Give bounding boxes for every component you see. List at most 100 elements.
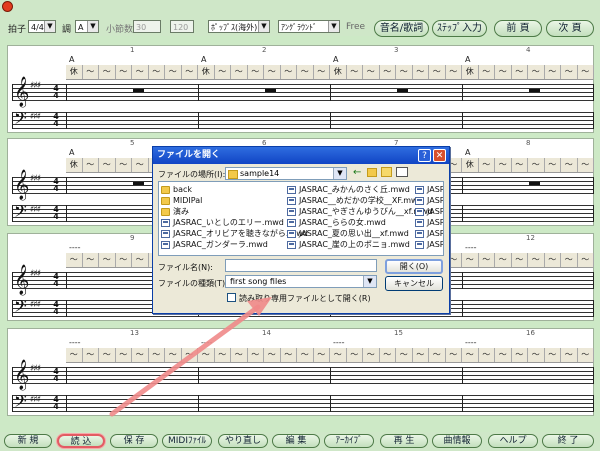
lyric-cell[interactable]: 休 xyxy=(66,158,83,172)
lyric-cell[interactable]: ～ xyxy=(264,348,281,362)
lyric-cell[interactable]: ～ xyxy=(132,348,149,362)
lyric-cell[interactable]: ～ xyxy=(512,348,528,362)
archive-button[interactable]: ｱｰｶｲﾌﾞ xyxy=(324,434,374,448)
lyric-cell[interactable]: ～ xyxy=(545,65,561,79)
file-item[interactable]: JASR xyxy=(415,240,443,250)
tempo-input[interactable]: 120 xyxy=(170,20,194,33)
lyric-cell[interactable]: ～ xyxy=(83,158,99,172)
measure-count-input[interactable]: 30 xyxy=(133,20,161,33)
lyric-cell[interactable]: ～ xyxy=(83,348,99,362)
lyric-cell[interactable]: ～ xyxy=(215,348,231,362)
lyric-cell[interactable]: ～ xyxy=(578,158,594,172)
file-list[interactable]: back MIDIPal 演み JASRAC_いとしのエリー.mwd JASRAC_オリ… xyxy=(158,181,444,256)
lyric-cell[interactable]: ～ xyxy=(545,253,561,267)
cancel-button[interactable]: キャンセル xyxy=(385,276,443,291)
filetype-select[interactable]: first song files ▼ xyxy=(225,275,377,288)
lyric-cell[interactable]: 休 xyxy=(462,65,479,79)
lyric-cell[interactable]: ～ xyxy=(396,65,413,79)
style-select[interactable]: ﾎﾟｯﾌﾟｽ(海外) ▼ xyxy=(208,20,270,33)
lyric-cell[interactable]: ～ xyxy=(446,348,462,362)
filename-input[interactable] xyxy=(225,259,377,272)
lyric-cell[interactable]: ～ xyxy=(347,348,363,362)
lyric-cell[interactable]: ～ xyxy=(330,348,347,362)
lyric-cell[interactable]: ～ xyxy=(462,253,479,267)
arrange-select[interactable]: ｱﾝｸﾞﾗｳﾝﾄﾞ ▼ xyxy=(278,20,340,33)
lyric-cell[interactable]: ～ xyxy=(495,348,512,362)
chord-cell[interactable]: ---- xyxy=(66,338,81,348)
lyric-cell[interactable]: ～ xyxy=(429,348,446,362)
lyric-cell[interactable]: ～ xyxy=(495,65,512,79)
save-button[interactable]: 保 存 xyxy=(110,434,158,448)
lyric-cell[interactable]: ～ xyxy=(479,158,495,172)
lyric-cell[interactable]: ～ xyxy=(528,65,545,79)
note-lyrics-button[interactable]: 音名/歌詞 xyxy=(374,20,429,37)
lyric-cell[interactable]: ～ xyxy=(66,253,83,267)
exit-button[interactable]: 終 了 xyxy=(542,434,594,448)
file-item[interactable]: JASRAC_崖の上のポニョ.mwd xyxy=(287,240,410,250)
new-folder-icon[interactable] xyxy=(381,167,392,177)
file-item[interactable]: JASRAC_やぎさんゆうびん__xf.mwd xyxy=(287,207,433,217)
lyric-cell[interactable]: ～ xyxy=(182,65,198,79)
lyric-cell[interactable]: ～ xyxy=(363,65,380,79)
lyric-cell[interactable]: ～ xyxy=(380,348,396,362)
prev-page-button[interactable]: 前 頁 xyxy=(494,20,542,37)
chord-cell[interactable]: ---- xyxy=(462,243,477,253)
lyric-cell[interactable]: ～ xyxy=(132,158,149,172)
file-item[interactable]: JASRAC_いとしのエリー.mwd xyxy=(161,218,284,228)
lyric-cell[interactable]: ～ xyxy=(528,158,545,172)
song-info-button[interactable]: 曲情報 xyxy=(432,434,482,448)
lyric-cell[interactable]: ～ xyxy=(578,253,594,267)
lyric-cell[interactable]: ～ xyxy=(578,348,594,362)
lyric-cell[interactable]: ～ xyxy=(561,253,578,267)
chord-cell[interactable]: A xyxy=(462,55,470,65)
file-item[interactable]: JASRAC__めだかの学校__XF.mwd xyxy=(287,196,423,206)
lyric-cell[interactable]: ～ xyxy=(479,348,495,362)
lyric-cell[interactable]: ～ xyxy=(363,348,380,362)
app-icon[interactable] xyxy=(2,1,13,12)
lyric-cell[interactable]: ～ xyxy=(99,65,116,79)
key-select[interactable]: A ▼ xyxy=(75,20,99,33)
step-input-button[interactable]: ｽﾃｯﾌﾟ入力 xyxy=(432,20,487,37)
folder-item[interactable]: back xyxy=(161,185,192,195)
time-sig-select[interactable]: 4/4 ▼ xyxy=(28,20,56,33)
lyric-cell[interactable]: ～ xyxy=(314,65,330,79)
file-item[interactable]: JASRA xyxy=(415,218,443,228)
edit-button[interactable]: 編 集 xyxy=(272,434,320,448)
lyric-cell[interactable]: ～ xyxy=(297,65,314,79)
chord-cell[interactable]: ---- xyxy=(330,338,345,348)
folder-item[interactable]: MIDIPal xyxy=(161,196,202,206)
midi-file-button[interactable]: MIDIﾌｧｲﾙ xyxy=(162,434,212,448)
lyric-cell[interactable]: ～ xyxy=(165,348,182,362)
new-button[interactable]: 新 規 xyxy=(4,434,52,448)
lyric-row[interactable]: ～～～～～～～～～～～～～～～～～～～～～～～～～～～～～～～～ xyxy=(66,348,594,363)
close-icon[interactable]: ✕ xyxy=(433,149,446,162)
lyric-cell[interactable]: ～ xyxy=(198,348,215,362)
look-in-select[interactable]: sample14 ▼ xyxy=(225,167,347,180)
lyric-cell[interactable]: ～ xyxy=(495,158,512,172)
lyric-cell[interactable]: ～ xyxy=(446,65,462,79)
file-item[interactable]: JASRA xyxy=(415,196,443,206)
lyric-cell[interactable]: 休 xyxy=(66,65,83,79)
chord-cell[interactable]: ---- xyxy=(198,338,213,348)
lyric-cell[interactable]: ～ xyxy=(512,65,528,79)
lyric-cell[interactable]: ～ xyxy=(132,65,149,79)
lyric-cell[interactable]: ～ xyxy=(83,253,99,267)
file-item[interactable]: JASRA xyxy=(415,185,443,195)
lyric-cell[interactable]: ～ xyxy=(297,348,314,362)
file-item[interactable]: JASRAC_ガンダーラ.mwd xyxy=(161,240,268,250)
lyric-cell[interactable]: ～ xyxy=(281,348,297,362)
lyric-cell[interactable]: ～ xyxy=(83,65,99,79)
lyric-cell[interactable]: ～ xyxy=(116,253,132,267)
lyric-cell[interactable]: ～ xyxy=(396,348,413,362)
lyric-cell[interactable]: ～ xyxy=(479,253,495,267)
lyric-cell[interactable]: ～ xyxy=(132,253,149,267)
next-page-button[interactable]: 次 頁 xyxy=(546,20,594,37)
lyric-cell[interactable]: ～ xyxy=(561,65,578,79)
chord-cell[interactable]: A xyxy=(330,55,338,65)
lyric-cell[interactable]: 休 xyxy=(330,65,347,79)
lyric-cell[interactable]: ～ xyxy=(182,348,198,362)
lyric-cell[interactable]: ～ xyxy=(248,65,264,79)
lyric-cell[interactable]: ～ xyxy=(99,253,116,267)
lyric-cell[interactable]: ～ xyxy=(99,348,116,362)
lyric-cell[interactable]: ～ xyxy=(231,348,248,362)
